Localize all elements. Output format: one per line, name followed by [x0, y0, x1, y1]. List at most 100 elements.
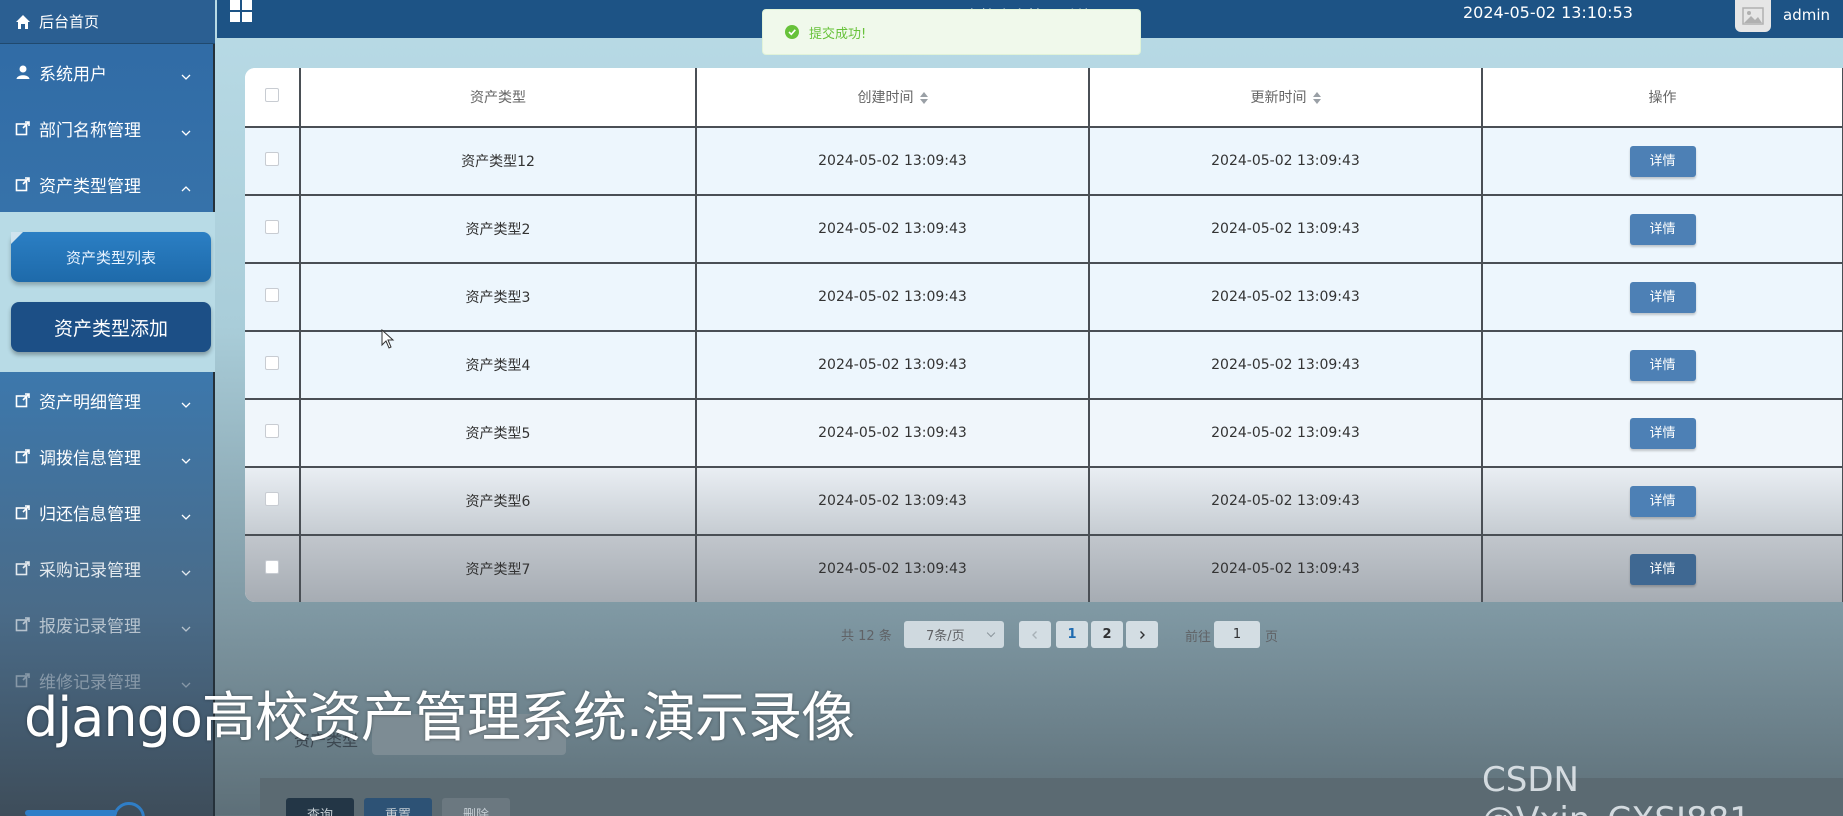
row-checkbox[interactable]	[265, 492, 279, 506]
cell-updated: 2024-05-02 13:09:43	[1089, 263, 1483, 332]
sidebar-item-asset-types[interactable]: 资产类型管理	[0, 156, 215, 212]
page-button-2[interactable]: 2	[1091, 621, 1123, 648]
chevron-down-icon	[181, 619, 191, 632]
sidebar-toggle-knob[interactable]	[113, 802, 145, 816]
username[interactable]: admin	[1783, 6, 1830, 24]
table-header-row: 资产类型 创建时间 更新时间 操作	[245, 68, 1843, 128]
column-header-label: 更新时间	[1250, 90, 1307, 106]
avatar[interactable]	[1735, 0, 1771, 32]
cell-type: 资产类型4	[300, 331, 697, 400]
share-icon	[15, 392, 31, 408]
detail-button[interactable]: 详情	[1629, 553, 1696, 585]
share-icon	[15, 616, 31, 632]
table-row: 资产类型2 2024-05-02 13:09:43 2024-05-02 13:…	[245, 195, 1843, 264]
chevron-down-icon	[181, 67, 191, 80]
next-page-button[interactable]	[1126, 621, 1158, 648]
goto-page-input[interactable]: 1	[1214, 621, 1260, 648]
grid-menu-icon[interactable]	[230, 0, 252, 22]
cell-created: 2024-05-02 13:09:43	[696, 127, 1090, 196]
cell-updated: 2024-05-02 13:09:43	[1089, 467, 1483, 536]
column-header-updated[interactable]: 更新时间	[1089, 68, 1483, 128]
success-toast: 提交成功!	[762, 9, 1141, 55]
sidebar-item-purchases[interactable]: 采购记录管理	[0, 540, 215, 596]
chevron-right-icon	[1140, 630, 1145, 639]
goto-label: 前往	[1185, 630, 1212, 645]
pagination-total: 共 12 条	[841, 628, 892, 644]
mouse-cursor-icon	[381, 329, 395, 349]
image-icon	[1742, 7, 1764, 25]
sidebar-item-home[interactable]: 后台首页	[0, 0, 215, 44]
cell-created: 2024-05-02 13:09:43	[696, 535, 1090, 602]
column-header-label: 创建时间	[857, 90, 914, 106]
sidebar-item-asset-details[interactable]: 资产明细管理	[0, 372, 215, 428]
sidebar-item-label: 调拨信息管理	[39, 448, 141, 469]
detail-button[interactable]: 详情	[1629, 485, 1696, 517]
delete-button[interactable]: 删除	[442, 798, 510, 816]
sort-icon[interactable]	[919, 92, 928, 104]
sidebar-item-scrapping[interactable]: 报废记录管理	[0, 596, 215, 652]
reset-button[interactable]: 重置	[364, 798, 432, 816]
sidebar-item-label: 部门名称管理	[39, 120, 141, 141]
column-header-created[interactable]: 创建时间	[696, 68, 1090, 128]
cell-created: 2024-05-02 13:09:43	[696, 399, 1090, 468]
cell-type: 资产类型6	[300, 467, 697, 536]
select-all-checkbox[interactable]	[265, 88, 279, 102]
row-checkbox[interactable]	[265, 152, 279, 166]
chevron-down-icon	[181, 395, 191, 408]
chevron-down-icon	[986, 628, 996, 638]
row-checkbox[interactable]	[265, 560, 279, 574]
chevron-left-icon	[1032, 630, 1037, 639]
chevron-up-icon	[181, 179, 191, 192]
cell-type: 资产类型12	[300, 127, 697, 196]
chevron-down-icon	[181, 507, 191, 520]
cell-created: 2024-05-02 13:09:43	[696, 263, 1090, 332]
page-size-select[interactable]: 7条/页	[904, 621, 1004, 648]
sidebar-item-transfers[interactable]: 调拨信息管理	[0, 428, 215, 484]
sidebar-toggle-track	[25, 810, 117, 816]
table-row: 资产类型7 2024-05-02 13:09:43 2024-05-02 13:…	[245, 535, 1843, 602]
chevron-down-icon	[181, 451, 191, 464]
page-button-1[interactable]: 1	[1056, 621, 1088, 648]
sidebar-item-departments[interactable]: 部门名称管理	[0, 100, 215, 156]
column-header-type: 资产类型	[300, 68, 697, 128]
check-circle-icon	[785, 25, 799, 39]
select-all-cell	[245, 68, 301, 128]
sidebar-item-label: 采购记录管理	[39, 560, 141, 581]
video-caption: django高校资产管理系统.演示录像	[24, 686, 855, 749]
cell-created: 2024-05-02 13:09:43	[696, 195, 1090, 264]
submenu-item-asset-type-add[interactable]: 资产类型添加	[11, 302, 211, 352]
table-row: 资产类型12 2024-05-02 13:09:43 2024-05-02 13…	[245, 127, 1843, 196]
table-row: 资产类型3 2024-05-02 13:09:43 2024-05-02 13:…	[245, 263, 1843, 332]
detail-button[interactable]: 详情	[1629, 145, 1696, 177]
cell-updated: 2024-05-02 13:09:43	[1089, 535, 1483, 602]
sort-icon[interactable]	[1312, 92, 1321, 104]
cell-updated: 2024-05-02 13:09:43	[1089, 195, 1483, 264]
asset-type-table: 资产类型 创建时间 更新时间 操作 资产类型12 2024-05-02 13:0…	[245, 68, 1843, 602]
toast-message: 提交成功!	[809, 26, 867, 42]
watermark: CSDN @Vxin_CXSJ881	[1482, 760, 1751, 816]
prev-page-button[interactable]	[1019, 621, 1051, 648]
row-checkbox[interactable]	[265, 220, 279, 234]
sidebar-home-label: 后台首页	[39, 13, 100, 31]
detail-button[interactable]: 详情	[1629, 281, 1696, 313]
sidebar-item-label: 报废记录管理	[39, 616, 141, 637]
cell-type: 资产类型2	[300, 195, 697, 264]
submenu-item-asset-type-list[interactable]: 资产类型列表	[11, 232, 211, 282]
row-checkbox[interactable]	[265, 424, 279, 438]
share-icon	[15, 560, 31, 576]
sidebar-item-label: 归还信息管理	[39, 504, 141, 525]
chevron-down-icon	[181, 563, 191, 576]
detail-button[interactable]: 详情	[1629, 349, 1696, 381]
table-row: 资产类型4 2024-05-02 13:09:43 2024-05-02 13:…	[245, 331, 1843, 400]
row-checkbox[interactable]	[265, 288, 279, 302]
table-row: 资产类型6 2024-05-02 13:09:43 2024-05-02 13:…	[245, 467, 1843, 536]
share-icon	[15, 504, 31, 520]
sidebar-item-returns[interactable]: 归还信息管理	[0, 484, 215, 540]
sidebar-item-label: 资产类型管理	[39, 176, 141, 197]
sidebar-item-label: 资产明细管理	[39, 392, 141, 413]
detail-button[interactable]: 详情	[1629, 417, 1696, 449]
detail-button[interactable]: 详情	[1629, 213, 1696, 245]
sidebar-item-users[interactable]: 系统用户	[0, 44, 215, 100]
query-button[interactable]: 查询	[286, 798, 354, 816]
row-checkbox[interactable]	[265, 356, 279, 370]
